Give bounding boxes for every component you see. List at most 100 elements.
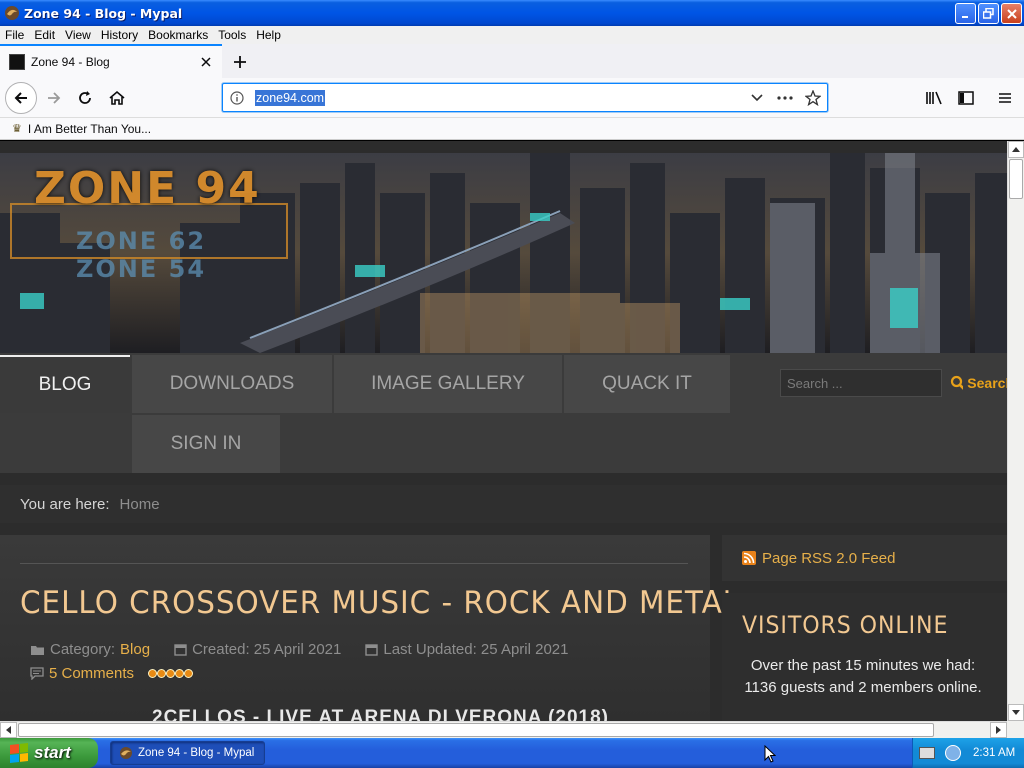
comments-link[interactable]: 5 Comments xyxy=(30,665,134,682)
scrollbar-corner xyxy=(1007,721,1024,738)
url-bar[interactable]: zone94.com xyxy=(222,83,828,112)
network-icon[interactable] xyxy=(945,745,961,761)
visitors-text: Over the past 15 minutes we had: 1136 gu… xyxy=(744,657,982,696)
menu-file[interactable]: File xyxy=(0,28,29,42)
close-icon xyxy=(201,57,211,67)
library-button[interactable] xyxy=(920,84,948,112)
start-label: start xyxy=(34,743,71,762)
menu-help[interactable]: Help xyxy=(251,28,286,42)
maximize-button[interactable] xyxy=(978,3,999,24)
windows-taskbar: start Zone 94 - Blog - Mypal 2:31 AM xyxy=(0,738,1024,768)
minimize-button[interactable] xyxy=(955,3,976,24)
updated-date: Last Updated: 25 April 2021 xyxy=(383,641,569,658)
nav-blog[interactable]: BLOG xyxy=(0,355,130,413)
plus-icon xyxy=(234,56,246,68)
vertical-scrollbar[interactable] xyxy=(1007,141,1024,721)
logo-sub-text-1: ZONE 62 xyxy=(76,227,207,255)
app-menu-button[interactable] xyxy=(991,84,1019,112)
sidebar-icon xyxy=(958,91,974,105)
close-window-button[interactable] xyxy=(1001,3,1022,24)
menu-history[interactable]: History xyxy=(96,28,143,42)
nav-quack-it[interactable]: QUACK IT xyxy=(564,355,730,413)
scroll-down-button[interactable] xyxy=(1008,704,1024,721)
rating-star-icon xyxy=(184,669,194,678)
menu-bookmarks[interactable]: Bookmarks xyxy=(143,28,213,42)
article-created: Created: 25 April 2021 xyxy=(174,641,341,658)
site-logo[interactable]: ZONE 94 ZONE 62 ZONE 54 xyxy=(10,163,300,283)
start-button[interactable]: start xyxy=(0,738,98,768)
library-icon xyxy=(926,91,942,105)
forward-icon xyxy=(48,92,61,104)
nav-sign-in[interactable]: SIGN IN xyxy=(132,415,280,473)
horizontal-scroll-thumb[interactable] xyxy=(18,723,934,737)
article-subheading: 2CELLOS - LIVE AT ARENA DI VERONA (2018) xyxy=(152,707,609,721)
back-button[interactable] xyxy=(5,82,37,114)
vertical-scroll-thumb[interactable] xyxy=(1009,159,1023,199)
site-search-button[interactable]: Search xyxy=(944,367,1007,399)
star-rating[interactable] xyxy=(148,669,194,678)
site-navigation: BLOG DOWNLOADS IMAGE GALLERY QUACK IT SI… xyxy=(0,353,1007,473)
url-text[interactable]: zone94.com xyxy=(255,89,326,106)
home-button[interactable] xyxy=(103,84,131,112)
category-label: Category: xyxy=(50,641,116,658)
rating-star-icon xyxy=(166,669,176,678)
horizontal-scrollbar[interactable] xyxy=(0,721,1007,738)
chevron-left-icon xyxy=(6,726,11,734)
clock[interactable]: 2:31 AM xyxy=(973,747,1015,759)
menu-edit[interactable]: Edit xyxy=(29,28,60,42)
menu-tools[interactable]: Tools xyxy=(213,28,251,42)
scroll-left-button[interactable] xyxy=(0,722,17,738)
mypal-app-icon xyxy=(120,747,132,759)
bookmark-star-icon[interactable] xyxy=(799,84,827,111)
blog-article: CELLO CROSSOVER MUSIC - ROCK AND METAL C… xyxy=(0,535,739,721)
article-category: Category: Blog xyxy=(30,641,150,658)
reload-icon xyxy=(79,91,91,104)
restore-icon xyxy=(983,8,994,19)
reload-button[interactable] xyxy=(71,84,99,112)
site-search-input[interactable]: Search ... xyxy=(780,369,942,397)
windows-logo-icon xyxy=(10,743,28,763)
tab-zone94[interactable]: Zone 94 - Blog xyxy=(0,44,222,78)
article-updated: Last Updated: 25 April 2021 xyxy=(365,641,569,658)
info-icon[interactable] xyxy=(223,84,251,112)
sidebar-button[interactable] xyxy=(952,84,980,112)
comments-count: 5 Comments xyxy=(49,665,135,682)
calendar-icon xyxy=(365,644,379,656)
article-title[interactable]: CELLO CROSSOVER MUSIC - ROCK AND METAL xyxy=(20,585,740,621)
new-tab-button[interactable] xyxy=(230,52,250,72)
site-favicon xyxy=(9,54,25,70)
forward-button[interactable] xyxy=(40,84,68,112)
rss-feed-link[interactable]: Page RSS 2.0 Feed xyxy=(722,535,1007,581)
comment-icon xyxy=(30,667,44,680)
tab-close-button[interactable] xyxy=(198,54,214,70)
rating-star-icon xyxy=(157,669,167,678)
crown-icon: ♛ xyxy=(12,123,22,135)
scroll-right-button[interactable] xyxy=(990,722,1007,738)
dropdown-icon[interactable] xyxy=(743,84,771,111)
rating-star-icon xyxy=(175,669,185,678)
home-icon xyxy=(109,90,125,105)
rating-star-icon xyxy=(148,669,158,678)
category-link[interactable]: Blog xyxy=(120,641,150,658)
page-actions-icon[interactable] xyxy=(771,84,799,111)
bookmark-item[interactable]: ♛ I Am Better Than You... xyxy=(12,122,151,136)
scroll-up-button[interactable] xyxy=(1008,141,1024,158)
chevron-right-icon xyxy=(996,726,1001,734)
window-titlebar: Zone 94 - Blog - Mypal xyxy=(0,0,1024,26)
breadcrumb-home-link[interactable]: Home xyxy=(120,496,160,513)
keyboard-icon[interactable] xyxy=(919,747,935,759)
article-meta: Category: Blog Created: 25 April 2021 La… xyxy=(30,641,569,658)
created-date: Created: 25 April 2021 xyxy=(192,641,342,658)
tab-title: Zone 94 - Blog xyxy=(31,55,110,69)
taskbar-window-button[interactable]: Zone 94 - Blog - Mypal xyxy=(110,741,265,765)
close-icon xyxy=(1006,8,1017,19)
search-button-label: Search xyxy=(967,375,1007,391)
window-title: Zone 94 - Blog - Mypal xyxy=(24,5,183,21)
nav-image-gallery[interactable]: IMAGE GALLERY xyxy=(334,355,562,413)
chevron-up-icon xyxy=(1012,147,1020,152)
search-icon xyxy=(950,375,964,391)
nav-downloads[interactable]: DOWNLOADS xyxy=(132,355,332,413)
calendar-icon xyxy=(174,644,187,656)
chevron-down-icon xyxy=(1012,710,1020,715)
menu-view[interactable]: View xyxy=(60,28,96,42)
